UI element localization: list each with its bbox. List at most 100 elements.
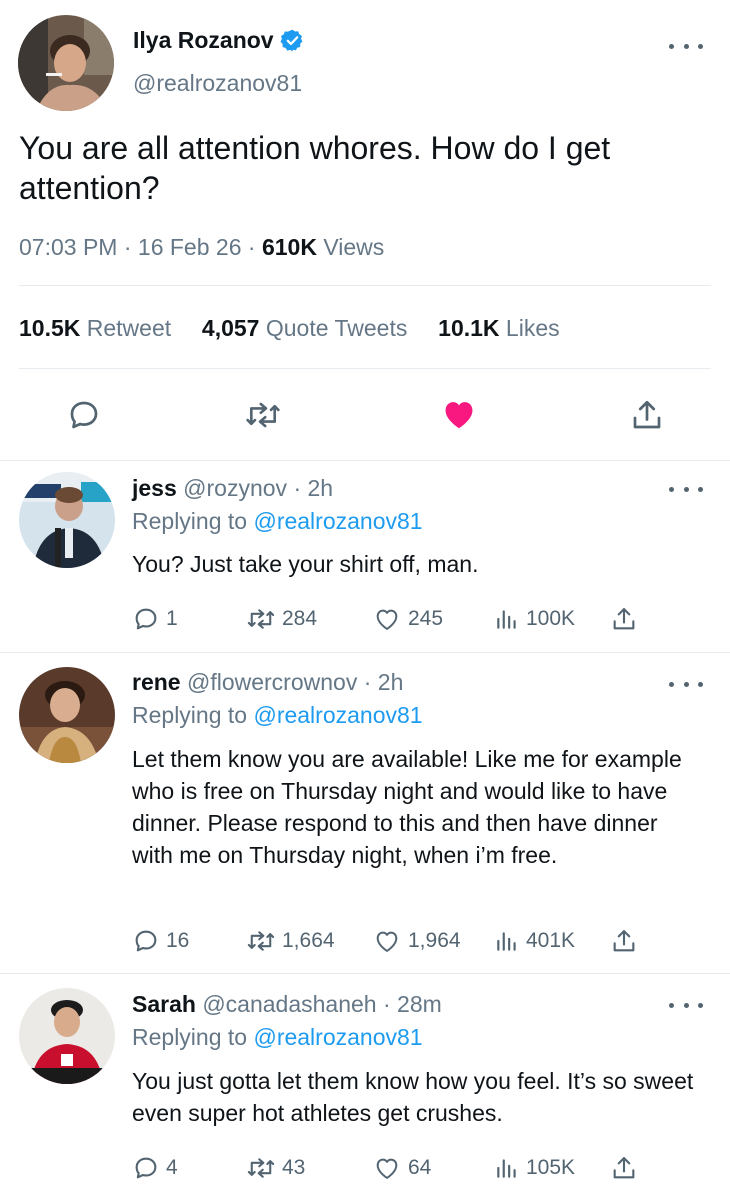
- reply-text: You? Just take your shirt off, man.: [132, 551, 479, 577]
- retweet-icon: [247, 931, 275, 951]
- like-count: 245: [408, 607, 444, 630]
- tweet-text: You are all attention whores. How do I g…: [19, 130, 611, 206]
- share-button[interactable]: [610, 603, 638, 635]
- reply-count: 16: [166, 929, 190, 952]
- divider: [19, 368, 711, 369]
- likes-count: 10.1K: [438, 315, 500, 341]
- replying-to: Replying to @realrozanov81: [132, 506, 423, 536]
- retweet-icon[interactable]: [244, 397, 282, 438]
- reply-icon: [135, 1157, 157, 1179]
- like-icon[interactable]: [439, 395, 479, 438]
- reply-icon: [135, 608, 157, 630]
- replying-to-link[interactable]: @realrozanov81: [253, 702, 422, 728]
- reply-avatar[interactable]: [19, 472, 115, 568]
- reply-count: 4: [166, 1156, 178, 1179]
- retweet-button[interactable]: 43: [246, 1152, 305, 1184]
- divider: [0, 652, 730, 653]
- replying-label: Replying to: [132, 1024, 248, 1050]
- reply-text: You just gotta let them know how you fee…: [132, 1068, 694, 1126]
- meta-separator: ·: [382, 991, 391, 1017]
- reply-time[interactable]: 28m: [397, 991, 442, 1017]
- reply-author-name[interactable]: rene: [132, 669, 181, 695]
- views-button[interactable]: 100K: [494, 603, 575, 635]
- reply-author-handle[interactable]: @canadashaneh: [202, 991, 376, 1017]
- reply-icon: [135, 930, 157, 952]
- reply-avatar[interactable]: [19, 988, 115, 1084]
- reply-avatar[interactable]: [19, 667, 115, 763]
- reply-button[interactable]: 4: [132, 1152, 178, 1184]
- replying-label: Replying to: [132, 508, 248, 534]
- views-icon: [497, 1159, 516, 1178]
- views-count: 100K: [526, 607, 576, 630]
- like-count: 1,964: [408, 929, 461, 952]
- reply-header: rene @flowercrownov · 2h: [132, 667, 403, 697]
- meta-separator: ·: [363, 669, 372, 695]
- retweets-stat[interactable]: 10.5K Retweet: [19, 315, 171, 341]
- share-icon: [613, 1157, 635, 1179]
- replying-to: Replying to @realrozanov81: [132, 700, 423, 730]
- quotes-stat[interactable]: 4,057 Quote Tweets: [202, 315, 407, 341]
- like-button[interactable]: 64: [372, 1152, 431, 1184]
- reply-actions: 16 1,664 1,964 401K: [132, 925, 652, 957]
- like-icon: [376, 1158, 398, 1179]
- divider: [0, 973, 730, 974]
- share-icon[interactable]: [629, 397, 665, 438]
- reply-author-handle[interactable]: @flowercrownov: [187, 669, 357, 695]
- replying-to: Replying to @realrozanov81: [132, 1022, 423, 1052]
- share-icon: [613, 608, 635, 630]
- retweet-count: 43: [282, 1156, 306, 1179]
- meta-separator: ·: [247, 234, 256, 260]
- divider: [19, 285, 711, 286]
- retweet-button[interactable]: 1,664: [246, 925, 335, 957]
- reply-icon[interactable]: [66, 397, 102, 438]
- like-button[interactable]: 245: [372, 603, 443, 635]
- reply-button[interactable]: 16: [132, 925, 189, 957]
- replying-label: Replying to: [132, 702, 248, 728]
- like-count: 64: [408, 1156, 432, 1179]
- reply-time[interactable]: 2h: [308, 475, 334, 501]
- divider: [0, 460, 730, 461]
- reply-author-name[interactable]: jess: [132, 475, 177, 501]
- reply-header: Sarah @canadashaneh · 28m: [132, 989, 442, 1019]
- engagement-stats: 10.5K Retweet 4,057 Quote Tweets 10.1K L…: [19, 313, 560, 343]
- views-button[interactable]: 105K: [494, 1152, 575, 1184]
- share-button[interactable]: [610, 925, 638, 957]
- more-icon[interactable]: [669, 676, 703, 692]
- meta-separator: ·: [123, 234, 132, 260]
- likes-label: Likes: [505, 315, 560, 341]
- reply-actions: 1 284 245 100K: [132, 603, 652, 635]
- tweet-time[interactable]: 07:03 PM: [19, 234, 117, 260]
- author-handle[interactable]: @realrozanov81: [133, 70, 302, 97]
- more-icon[interactable]: [669, 481, 703, 497]
- retweet-button[interactable]: 284: [246, 603, 317, 635]
- likes-stat[interactable]: 10.1K Likes: [438, 315, 559, 341]
- like-icon: [376, 931, 398, 952]
- reply-author-name[interactable]: Sarah: [132, 991, 196, 1017]
- author-avatar[interactable]: [18, 15, 114, 111]
- views-count: 610K: [261, 234, 317, 260]
- reply-time[interactable]: 2h: [378, 669, 404, 695]
- views-icon: [497, 932, 516, 951]
- quotes-label: Quote Tweets: [265, 315, 408, 341]
- views-icon: [497, 610, 516, 629]
- like-button[interactable]: 1,964: [372, 925, 461, 957]
- reply-count: 1: [166, 607, 178, 630]
- like-icon: [376, 609, 398, 630]
- views-count: 401K: [526, 929, 576, 952]
- retweet-count: 1,664: [282, 929, 335, 952]
- more-icon[interactable]: [669, 38, 703, 54]
- share-button[interactable]: [610, 1152, 638, 1184]
- more-icon[interactable]: [669, 997, 703, 1013]
- tweet-meta: 07:03 PM · 16 Feb 26 · 610K Views: [19, 232, 384, 262]
- reply-button[interactable]: 1: [132, 603, 178, 635]
- tweet-date[interactable]: 16 Feb 26: [138, 234, 242, 260]
- replying-to-link[interactable]: @realrozanov81: [253, 1024, 422, 1050]
- reply-author-handle[interactable]: @rozynov: [183, 475, 287, 501]
- retweet-icon: [247, 609, 275, 629]
- replying-to-link[interactable]: @realrozanov81: [253, 508, 422, 534]
- retweets-count: 10.5K: [19, 315, 81, 341]
- views-button[interactable]: 401K: [494, 925, 575, 957]
- retweets-label: Retweet: [86, 315, 172, 341]
- author-display-name[interactable]: Ilya Rozanov: [133, 27, 274, 54]
- reply-text: Let them know you are available! Like me…: [132, 746, 682, 868]
